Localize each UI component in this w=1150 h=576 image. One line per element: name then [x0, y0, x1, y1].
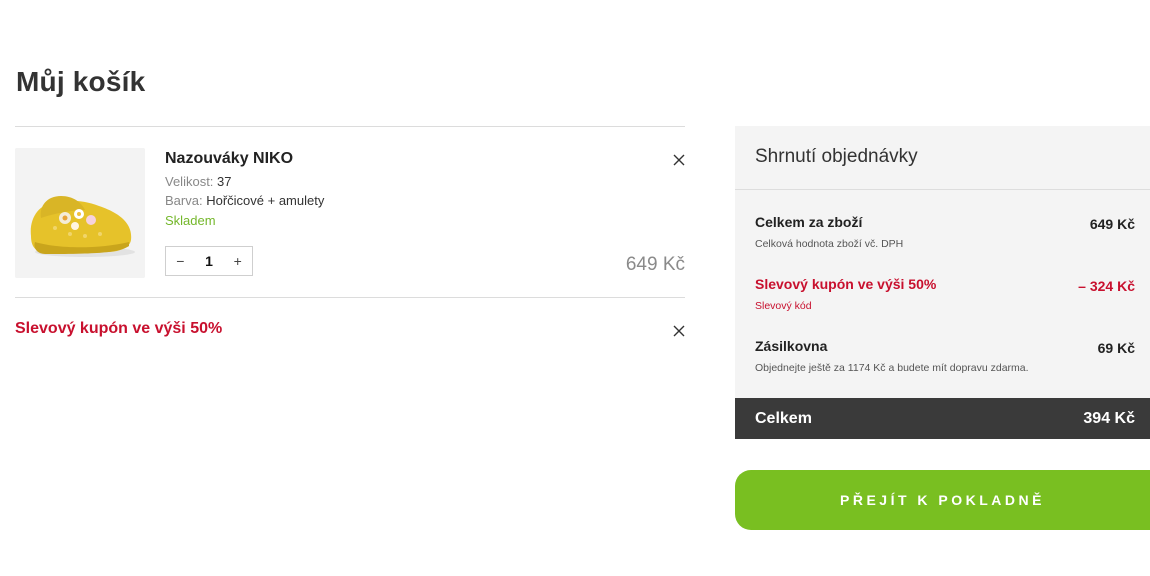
total-value: 394 Kč — [1083, 409, 1135, 427]
summary-shipping-row: Zásilkovna Objednejte ještě za 1174 Kč a… — [755, 338, 1135, 374]
checkout-button[interactable]: PŘEJÍT K POKLADNĚ — [735, 470, 1150, 530]
summary-goods-row: Celkem za zboží Celková hodnota zboží vč… — [755, 214, 1135, 250]
item-price: 649 Kč — [625, 254, 685, 275]
product-name[interactable]: Nazouváky NIKO — [165, 150, 293, 168]
yellow-clog-image — [15, 148, 145, 278]
order-summary: Shrnutí objednávky Celkem za zboží Celko… — [735, 126, 1150, 439]
shipping-value: 69 Kč — [1097, 340, 1135, 356]
coupon-row: Slevový kupón ve výši 50% — [15, 298, 685, 360]
cart-list: Nazouváky NIKO Velikost: 37 Barva: Hořči… — [15, 126, 685, 360]
page-title: Můj košík — [16, 66, 146, 97]
summary-title: Shrnutí objednávky — [735, 126, 1150, 190]
product-size: Velikost: 37 — [165, 174, 232, 189]
summary-discount-row: Slevový kupón ve výši 50% Slevový kód – … — [755, 276, 1135, 312]
close-icon — [673, 154, 685, 166]
size-value: 37 — [217, 174, 232, 189]
discount-value: – 324 Kč — [1078, 278, 1135, 294]
color-label: Barva: — [165, 193, 203, 208]
product-image[interactable] — [15, 148, 145, 278]
goods-value: 649 Kč — [1089, 216, 1135, 232]
color-value: Hořčicové + amulety — [206, 193, 325, 208]
stock-status: Skladem — [165, 213, 216, 228]
remove-coupon-button[interactable] — [673, 324, 685, 337]
close-icon — [673, 325, 685, 337]
shipping-subtitle: Objednejte ještě za 1174 Kč a budete mít… — [755, 362, 1029, 374]
cart-item: Nazouváky NIKO Velikost: 37 Barva: Hořči… — [15, 127, 685, 297]
product-color: Barva: Hořčicové + amulety — [165, 193, 324, 208]
quantity-decrease-button[interactable]: − — [166, 253, 195, 269]
discount-subtitle: Slevový kód — [755, 300, 812, 312]
total-bar: Celkem 394 Kč — [735, 398, 1150, 439]
coupon-label: Slevový kupón ve výši 50% — [15, 320, 223, 337]
quantity-stepper: − 1 + — [165, 246, 253, 276]
total-label: Celkem — [755, 409, 812, 427]
goods-subtitle: Celková hodnota zboží vč. DPH — [755, 238, 904, 250]
shipping-title: Zásilkovna — [755, 338, 828, 354]
quantity-increase-button[interactable]: + — [223, 253, 252, 269]
remove-item-button[interactable] — [673, 153, 685, 166]
quantity-value[interactable]: 1 — [195, 253, 224, 269]
size-label: Velikost: — [165, 174, 214, 189]
goods-title: Celkem za zboží — [755, 214, 863, 230]
